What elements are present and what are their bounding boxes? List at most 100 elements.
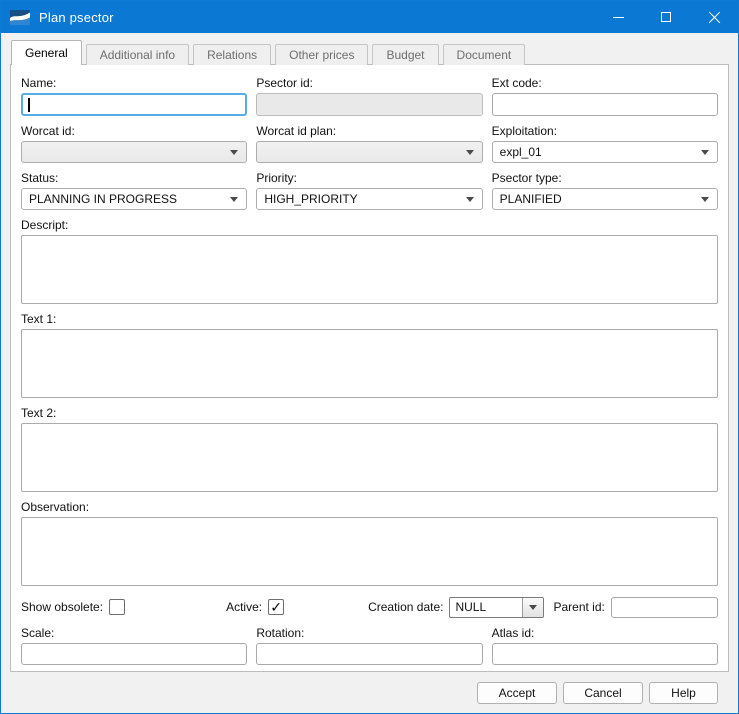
tab-document[interactable]: Document [443, 44, 526, 65]
field-atlas-id: Atlas id: [492, 618, 718, 665]
chevron-down-icon [466, 150, 474, 155]
worcat-id-select[interactable] [21, 141, 247, 163]
field-exploitation: Exploitation: expl_01 [492, 116, 718, 163]
psector-type-label: Psector type: [492, 171, 718, 185]
text2-textarea[interactable] [21, 423, 718, 492]
psector-type-select[interactable]: PLANIFIED [492, 188, 718, 210]
scale-input[interactable] [21, 643, 247, 665]
rotation-input-field[interactable] [257, 644, 481, 664]
worcat-id-label: Worcat id: [21, 124, 247, 138]
field-psector-type: Psector type: PLANIFIED [492, 163, 718, 210]
psector-id-input-field [257, 94, 481, 115]
tab-additional-info-label: Additional info [100, 48, 175, 62]
tab-document-label: Document [457, 48, 512, 62]
creation-date-dropdown-button[interactable] [522, 598, 543, 617]
creation-date-select[interactable]: NULL [449, 597, 544, 618]
psector-id-label: Psector id: [256, 76, 482, 90]
tab-other-prices[interactable]: Other prices [275, 44, 368, 65]
parent-id-input-field[interactable] [612, 598, 717, 617]
chevron-down-icon [230, 197, 238, 202]
name-label: Name: [21, 76, 247, 90]
general-tab-panel: Name: Psector id: Ext code: [10, 64, 729, 672]
priority-label: Priority: [256, 171, 482, 185]
name-input[interactable] [21, 93, 247, 116]
priority-value: HIGH_PRIORITY [264, 192, 465, 206]
close-button[interactable] [690, 1, 738, 33]
ext-code-input[interactable] [492, 93, 718, 116]
descript-textarea[interactable] [21, 235, 718, 304]
dialog-button-box: Accept Cancel Help [1, 672, 738, 713]
app-logo-icon [10, 10, 30, 25]
chevron-down-icon [466, 197, 474, 202]
text2-label: Text 2: [21, 406, 718, 420]
field-observation: Observation: [21, 500, 718, 586]
maximize-button[interactable] [642, 1, 690, 33]
field-status: Status: PLANNING IN PROGRESS [21, 163, 247, 210]
atlas-id-input[interactable] [492, 643, 718, 665]
observation-textarea[interactable] [21, 517, 718, 586]
field-psector-id: Psector id: [256, 68, 482, 116]
field-worcat-id: Worcat id: [21, 116, 247, 163]
descript-label: Descript: [21, 218, 718, 232]
chevron-down-icon [529, 605, 537, 610]
accept-button[interactable]: Accept [477, 682, 557, 704]
tab-other-prices-label: Other prices [289, 48, 354, 62]
text-caret [28, 98, 30, 112]
tab-additional-info[interactable]: Additional info [86, 44, 189, 65]
tab-relations-label: Relations [207, 48, 257, 62]
rotation-label: Rotation: [256, 626, 482, 640]
tab-budget[interactable]: Budget [372, 44, 438, 65]
close-icon [708, 11, 721, 24]
creation-date-value: NULL [450, 598, 522, 617]
atlas-id-label: Atlas id: [492, 626, 718, 640]
minimize-button[interactable] [594, 1, 642, 33]
name-input-field[interactable] [23, 95, 245, 114]
text1-label: Text 1: [21, 312, 718, 326]
text1-textarea[interactable] [21, 329, 718, 398]
help-button[interactable]: Help [649, 682, 718, 704]
exploitation-select[interactable]: expl_01 [492, 141, 718, 163]
options-row: Show obsolete: Active: Creation date: NU… [21, 596, 718, 618]
tab-general[interactable]: General [11, 40, 82, 65]
titlebar[interactable]: Plan psector [1, 1, 738, 33]
field-name: Name: [21, 68, 247, 116]
field-worcat-id-plan: Worcat id plan: [256, 116, 482, 163]
scale-label: Scale: [21, 626, 247, 640]
active-label: Active: [226, 600, 262, 614]
chevron-down-icon [701, 197, 709, 202]
show-obsolete-label: Show obsolete: [21, 600, 103, 614]
parent-id-input[interactable] [611, 597, 718, 618]
active-checkbox[interactable] [268, 599, 284, 615]
priority-select[interactable]: HIGH_PRIORITY [256, 188, 482, 210]
minimize-icon [613, 17, 624, 18]
chevron-down-icon [701, 150, 709, 155]
plan-psector-dialog: Plan psector General Additional info Rel… [0, 0, 739, 714]
field-descript: Descript: [21, 218, 718, 304]
field-scale: Scale: [21, 618, 247, 665]
tab-relations[interactable]: Relations [193, 44, 271, 65]
status-value: PLANNING IN PROGRESS [29, 192, 230, 206]
field-ext-code: Ext code: [492, 68, 718, 116]
creation-date-label: Creation date: [368, 600, 443, 614]
exploitation-label: Exploitation: [492, 124, 718, 138]
tab-general-label: General [25, 46, 68, 60]
ext-code-input-field[interactable] [493, 94, 717, 115]
psector-type-value: PLANIFIED [500, 192, 701, 206]
exploitation-value: expl_01 [500, 145, 701, 159]
parent-id-label: Parent id: [553, 600, 604, 614]
status-select[interactable]: PLANNING IN PROGRESS [21, 188, 247, 210]
psector-id-input [256, 93, 482, 116]
show-obsolete-checkbox[interactable] [109, 599, 125, 615]
rotation-input[interactable] [256, 643, 482, 665]
atlas-id-input-field[interactable] [493, 644, 717, 664]
tab-bar: General Additional info Relations Other … [1, 33, 738, 64]
chevron-down-icon [230, 150, 238, 155]
worcat-id-plan-select[interactable] [256, 141, 482, 163]
cancel-button[interactable]: Cancel [563, 682, 643, 704]
scale-input-field[interactable] [22, 644, 246, 664]
field-rotation: Rotation: [256, 618, 482, 665]
field-priority: Priority: HIGH_PRIORITY [256, 163, 482, 210]
worcat-id-plan-label: Worcat id plan: [256, 124, 482, 138]
status-label: Status: [21, 171, 247, 185]
tab-budget-label: Budget [386, 48, 424, 62]
